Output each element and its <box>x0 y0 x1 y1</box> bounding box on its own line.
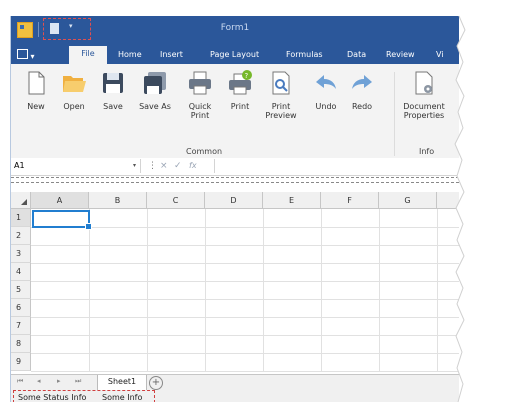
column-grid-line <box>379 209 380 371</box>
previous-sheet-icon[interactable]: ◂ <box>37 377 41 385</box>
formula-expand-divider-bottom <box>11 182 459 183</box>
backstage-arrow-icon: ▾ <box>30 52 35 61</box>
save-icon <box>100 70 126 96</box>
column-grid-line <box>321 209 322 371</box>
undo-icon <box>313 70 339 96</box>
quick-print-button[interactable]: Quick Print <box>183 70 217 120</box>
row-grid-line <box>31 353 459 354</box>
status-item-main: Some Status Info <box>18 393 87 402</box>
tab-home[interactable]: Home <box>118 47 142 62</box>
undo-button[interactable]: Undo <box>311 70 341 111</box>
new-button[interactable]: New <box>21 70 51 111</box>
row-grid-line <box>31 335 459 336</box>
formula-input[interactable] <box>214 159 459 173</box>
column-header-a[interactable]: A <box>31 192 89 209</box>
tab-file[interactable]: File <box>69 46 107 64</box>
backstage-menu-button[interactable]: ▾ <box>17 47 43 61</box>
redo-button[interactable]: Redo <box>347 70 377 111</box>
quick-print-icon <box>187 70 213 96</box>
status-bar: Some Status Info Some Info <box>11 390 459 402</box>
column-header-e[interactable]: E <box>263 192 321 209</box>
column-header-g[interactable]: G <box>379 192 437 209</box>
row-grid-line <box>31 263 459 264</box>
tab-formulas[interactable]: Formulas <box>286 47 323 62</box>
column-header-c[interactable]: C <box>147 192 205 209</box>
name-box-dropdown-icon[interactable]: ▾ <box>133 162 136 169</box>
save-as-button[interactable]: Save As <box>135 70 175 111</box>
row-header-5[interactable]: 5 <box>11 281 31 299</box>
save-as-icon <box>142 70 168 96</box>
add-sheet-icon[interactable]: + <box>149 376 163 390</box>
tab-review[interactable]: Review <box>386 47 415 62</box>
column-grid-line <box>205 209 206 371</box>
cancel-icon[interactable]: × <box>160 161 168 171</box>
document-properties-button[interactable]: Document Properties <box>399 70 449 120</box>
column-header-f[interactable]: F <box>321 192 379 209</box>
sheet-tab-bar: ⏮ ◂ ▸ ⏭ Sheet1 + <box>11 374 459 391</box>
worksheet-grid[interactable]: A B C D E F G 1 2 3 4 5 6 7 8 9 <box>11 192 459 374</box>
open-button[interactable]: Open <box>57 70 91 111</box>
column-grid-line <box>437 209 438 371</box>
insert-function-icon[interactable]: fx <box>189 161 197 170</box>
print-icon: ? <box>227 70 253 96</box>
tab-insert[interactable]: Insert <box>160 47 183 62</box>
row-grid-line <box>31 281 459 282</box>
row-header-4[interactable]: 4 <box>11 263 31 281</box>
row-header-6[interactable]: 6 <box>11 299 31 317</box>
title-bar: ▾ Form1 <box>11 16 459 44</box>
first-sheet-icon[interactable]: ⏮ <box>17 377 23 386</box>
cell-reference: A1 <box>14 161 25 170</box>
column-header-d[interactable]: D <box>205 192 263 209</box>
formula-bar: A1 ▾ ⋮ × ✓ fx <box>11 158 459 176</box>
print-preview-icon <box>268 70 294 96</box>
document-properties-icon <box>411 70 437 96</box>
tab-view[interactable]: Vi <box>436 47 444 62</box>
row-header-3[interactable]: 3 <box>11 245 31 263</box>
torn-edge-decoration <box>454 15 511 403</box>
formula-bar-grip-icon: ⋮ <box>148 161 157 171</box>
active-cell-selection[interactable] <box>32 210 92 230</box>
row-grid-line <box>31 227 459 228</box>
row-header-1[interactable]: 1 <box>11 209 31 227</box>
tab-page-layout[interactable]: Page Layout <box>210 47 259 62</box>
backstage-icon <box>17 49 28 59</box>
next-sheet-icon[interactable]: ▸ <box>57 377 61 385</box>
status-item-info: Some Info <box>102 393 143 402</box>
column-grid-line <box>89 209 90 371</box>
group-label-info: Info <box>419 147 435 156</box>
group-separator <box>394 72 395 156</box>
ribbon-tabs: ▾ File Home Insert Page Layout Formulas … <box>11 44 459 64</box>
save-button[interactable]: Save <box>97 70 129 111</box>
row-header-9[interactable]: 9 <box>11 353 31 371</box>
column-grid-line <box>147 209 148 371</box>
print-preview-button[interactable]: Print Preview <box>263 70 299 120</box>
open-folder-icon <box>61 70 87 96</box>
group-label-common: Common <box>186 147 223 156</box>
name-box[interactable]: A1 <box>11 159 141 173</box>
row-header-7[interactable]: 7 <box>11 317 31 335</box>
formula-expand-divider <box>11 177 459 178</box>
ribbon-panel: New Open Save Save As Quick Print ? Prin… <box>11 64 459 159</box>
row-grid-line <box>31 299 459 300</box>
sheet-tab-sheet1[interactable]: Sheet1 <box>97 375 147 391</box>
svg-text:?: ? <box>245 72 249 80</box>
column-header-b[interactable]: B <box>89 192 147 209</box>
last-sheet-icon[interactable]: ⏭ <box>75 377 81 386</box>
enter-icon[interactable]: ✓ <box>174 161 182 171</box>
row-header-2[interactable]: 2 <box>11 227 31 245</box>
new-document-icon <box>23 70 49 96</box>
spreadsheet-window: ▾ Form1 ▾ File Home Insert Page Layout F… <box>10 16 459 402</box>
row-header-8[interactable]: 8 <box>11 335 31 353</box>
select-all-corner[interactable] <box>11 192 31 209</box>
row-grid-line <box>31 317 459 318</box>
print-button[interactable]: ? Print <box>225 70 255 111</box>
row-grid-line <box>31 371 459 372</box>
tab-data[interactable]: Data <box>347 47 366 62</box>
window-title: Form1 <box>220 23 250 33</box>
status-bar-items: Some Status Info Some Info <box>13 390 155 402</box>
row-grid-line <box>31 245 459 246</box>
column-grid-line <box>263 209 264 371</box>
redo-icon <box>349 70 375 96</box>
